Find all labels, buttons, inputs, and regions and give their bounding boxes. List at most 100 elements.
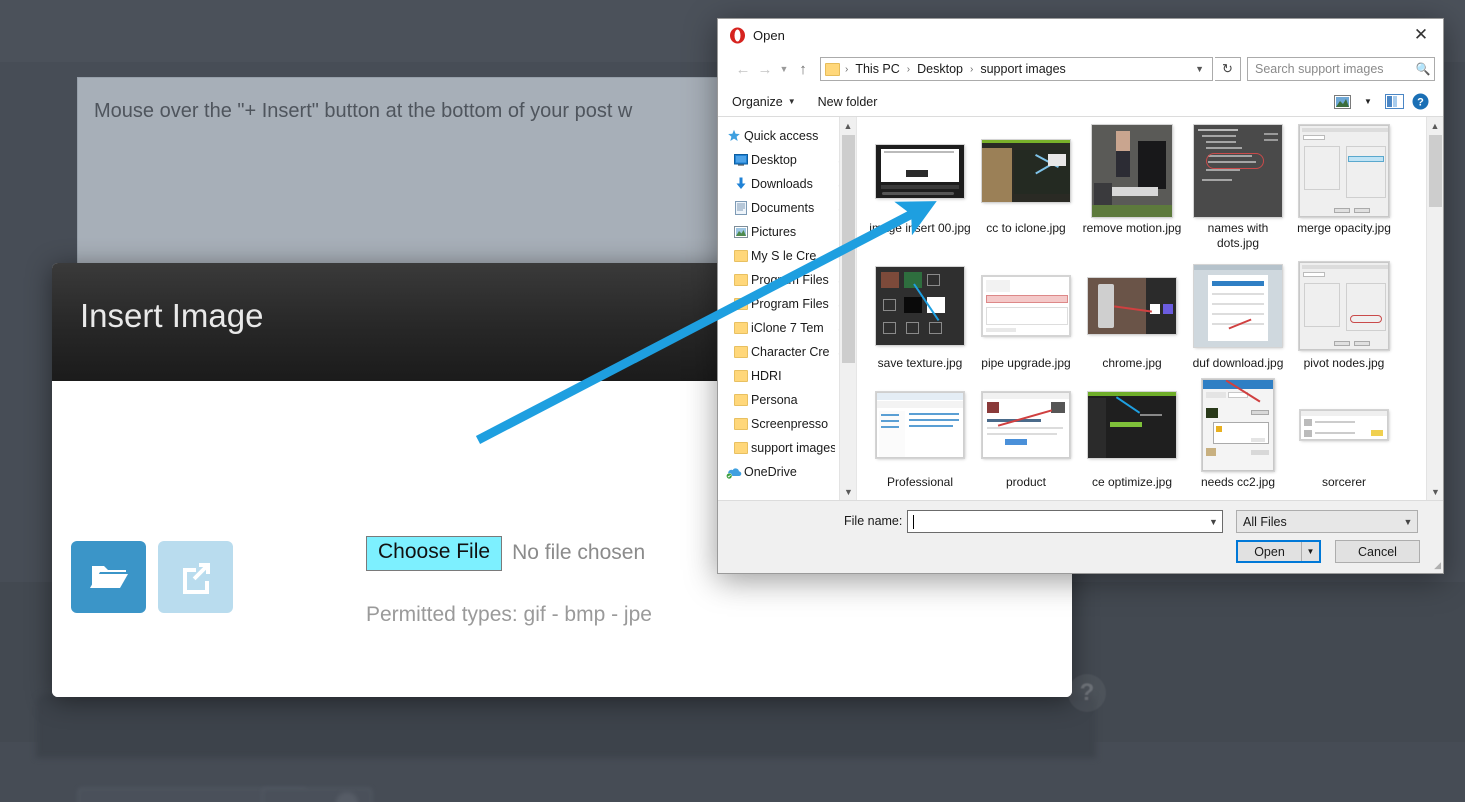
sidebar-item-label: Quick access (744, 129, 819, 143)
file-thumbnail (980, 379, 1072, 471)
view-layout-icon[interactable] (1329, 91, 1355, 113)
file-item[interactable]: names with dots.jpg (1185, 125, 1291, 252)
dialog-title: Open (753, 27, 785, 43)
navigation-sidebar: Quick access Desktop Downloads Documents Pic… (718, 117, 856, 500)
star-pin-icon (724, 129, 744, 143)
breadcrumb-separator: › (845, 63, 849, 75)
recent-locations-chevron-down-icon[interactable]: ▼ (776, 57, 792, 81)
preview-pane-icon[interactable] (1381, 91, 1407, 113)
close-icon[interactable]: ✕ (1399, 19, 1443, 51)
folder-icon (825, 62, 840, 76)
file-thumbnail (980, 125, 1072, 217)
file-name-label: needs cc2.jpg (1200, 475, 1276, 490)
chosen-file-status: No file chosen (512, 541, 646, 565)
file-item[interactable]: cc to iclone.jpg (973, 125, 1079, 252)
sidebar-scroll-thumb[interactable] (842, 135, 855, 363)
sidebar-item-quick-access[interactable]: Quick access (718, 124, 856, 148)
file-list-scrollbar[interactable]: ▲ ▼ (1426, 117, 1443, 500)
sidebar-item-hdri[interactable]: HDRI (718, 364, 856, 388)
browse-local-button[interactable] (71, 541, 146, 613)
sidebar-scrollbar[interactable]: ▲ ▼ (839, 117, 856, 500)
post-editor-placeholder: Mouse over the "+ Insert" button at the … (94, 100, 633, 122)
search-placeholder: Search support images (1255, 62, 1384, 76)
pictures-icon (731, 226, 751, 238)
address-breadcrumb-bar[interactable]: › This PC › Desktop › support images ▼ (820, 57, 1213, 81)
file-thumbnail (874, 379, 966, 471)
file-item[interactable]: pipe upgrade.jpg (973, 260, 1079, 371)
chevron-down-icon[interactable]: ▼ (1187, 64, 1212, 74)
file-thumbnail (1192, 125, 1284, 217)
file-list-view[interactable]: image insert 00.jpg cc to iclone.jpg remov… (856, 117, 1443, 500)
sidebar-item-screenpresso[interactable]: Screenpresso (718, 412, 856, 436)
breadcrumb-item-this-pc[interactable]: This PC (853, 62, 901, 76)
file-thumbnail (1298, 125, 1390, 217)
open-button[interactable]: Open (1238, 542, 1302, 561)
file-name-input[interactable]: ▼ (907, 510, 1223, 533)
file-item[interactable]: Professional (867, 379, 973, 490)
file-name-label: chrome.jpg (1102, 355, 1162, 370)
file-item[interactable]: chrome.jpg (1079, 260, 1185, 371)
file-thumbnail (1298, 379, 1390, 471)
help-circle-icon[interactable]: ? (1068, 674, 1106, 712)
documents-icon (731, 201, 751, 215)
folder-icon (731, 298, 751, 310)
help-circle-icon[interactable]: ? (1407, 91, 1433, 113)
sidebar-item-label: Persona (751, 393, 798, 407)
file-item[interactable]: remove motion.jpg (1079, 125, 1185, 252)
sidebar-item-label: Screenpresso (751, 417, 829, 431)
file-item[interactable]: needs cc2.jpg (1185, 379, 1291, 490)
file-name-label: save texture.jpg (877, 355, 963, 370)
file-item[interactable]: sorcerer (1291, 379, 1397, 490)
sidebar-item-persona[interactable]: Persona (718, 388, 856, 412)
sidebar-item-label: iClone 7 Tem (751, 321, 824, 335)
chevron-down-icon: ▼ (787, 97, 796, 106)
breadcrumb-separator: › (970, 63, 974, 75)
folder-icon (731, 418, 751, 430)
file-name-label: File name: (844, 514, 903, 528)
scroll-down-icon[interactable]: ▼ (1427, 483, 1443, 500)
sidebar-item-pictures[interactable]: Pictures (718, 220, 856, 244)
organize-button[interactable]: Organize ▼ (732, 95, 796, 109)
file-item[interactable]: ce optimize.jpg (1079, 379, 1185, 490)
file-item[interactable]: image insert 00.jpg (867, 125, 973, 252)
scroll-up-icon[interactable]: ▲ (1427, 117, 1443, 134)
scroll-up-icon[interactable]: ▲ (840, 117, 856, 134)
search-icon: 🔍 (1415, 62, 1431, 76)
search-input[interactable]: Search support images 🔍 (1247, 57, 1435, 81)
page-root: Mouse over the "+ Insert" button at the … (0, 0, 1465, 802)
chevron-down-icon[interactable]: ▼ (1205, 517, 1222, 527)
file-list-scroll-thumb[interactable] (1429, 135, 1442, 207)
file-name-label: pipe upgrade.jpg (981, 355, 1071, 370)
view-chevron-down-icon[interactable]: ▼ (1355, 91, 1381, 113)
file-thumbnail (1086, 379, 1178, 471)
scroll-down-icon[interactable]: ▼ (840, 483, 856, 500)
breadcrumb-item-desktop[interactable]: Desktop (915, 62, 965, 76)
choose-file-button[interactable]: Choose File (366, 536, 503, 571)
new-folder-button[interactable]: New folder (818, 95, 878, 109)
file-item[interactable]: merge opacity.jpg (1291, 125, 1397, 252)
resize-grip[interactable]: ◢ (1434, 560, 1441, 571)
refresh-icon[interactable]: ↻ (1215, 57, 1241, 81)
file-thumbnail (874, 260, 966, 352)
arrow-left-icon[interactable]: ← (732, 57, 754, 81)
folder-open-icon (89, 562, 128, 592)
arrow-right-icon[interactable]: → (754, 57, 776, 81)
sidebar-item-onedrive[interactable]: OneDrive (718, 460, 856, 484)
sidebar-item-label: OneDrive (744, 465, 797, 479)
file-item[interactable]: product (973, 379, 1079, 490)
sidebar-item-support-images[interactable]: support images (718, 436, 856, 460)
file-item[interactable]: pivot nodes.jpg (1291, 260, 1397, 371)
svg-text:?: ? (1417, 97, 1424, 109)
file-type-select[interactable]: All Files ▼ (1236, 510, 1418, 533)
file-item[interactable]: duf download.jpg (1185, 260, 1291, 371)
sidebar-item-label: Program Files (751, 273, 829, 287)
arrow-up-icon[interactable]: ↑ (792, 57, 814, 81)
file-item[interactable]: save texture.jpg (867, 260, 973, 371)
cancel-button[interactable]: Cancel (1335, 540, 1420, 563)
external-url-button[interactable] (158, 541, 233, 613)
folder-icon (731, 394, 751, 406)
open-split-chevron-down-icon[interactable]: ▼ (1302, 542, 1319, 561)
breadcrumb-item-support-images[interactable]: support images (978, 62, 1067, 76)
background-panel (36, 694, 1096, 758)
dialog-titlebar[interactable]: Open ✕ (718, 19, 1443, 51)
